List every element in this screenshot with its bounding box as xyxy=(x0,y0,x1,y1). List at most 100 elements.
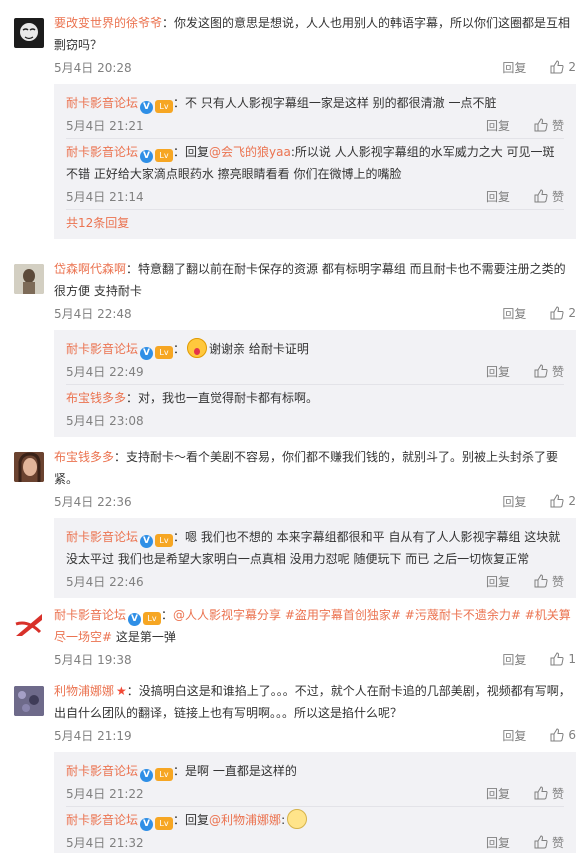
like-button[interactable]: 2 xyxy=(550,60,576,74)
comment-time: 5月4日 19:38 xyxy=(54,652,132,667)
thumbs-up-icon xyxy=(534,118,548,132)
reply-username[interactable]: 布宝钱多多 xyxy=(66,391,126,405)
comment-username[interactable]: 布宝钱多多 xyxy=(54,450,114,464)
comment-text: 利物浦娜娜 ★：没搞明白这是和谁掐上了。。。不过，就个人在耐卡追的几部美剧，视频都… xyxy=(54,684,571,720)
comment-body: 支持耐卡～看个美剧不容易，你们都不赚我们钱的，就别斗了。别被上头封杀了要紧。 xyxy=(54,450,559,486)
thumbs-up-icon xyxy=(534,574,548,588)
reply-username[interactable]: 耐卡影音论坛 xyxy=(66,145,138,159)
reply-username[interactable]: 耐卡影音论坛 xyxy=(66,96,138,110)
thumbs-up-icon xyxy=(550,60,564,74)
reply-label: 回复 xyxy=(485,786,510,801)
level-badge-icon: Lv xyxy=(155,768,174,781)
comment-item: 要改变世界的徐爷爷：你发这图的意思是想说，人人也用别人的韩语字幕，所以你们这圈都… xyxy=(0,12,588,239)
like-button[interactable]: 赞 xyxy=(534,785,564,802)
more-replies-link[interactable]: 共12条回复 xyxy=(66,209,564,235)
reply-username[interactable]: 耐卡影音论坛 xyxy=(66,342,138,356)
reply-button[interactable]: 回复 xyxy=(502,59,526,76)
reply-body: 嗯 我们也不想的 本来字幕组都很和平 自从有了人人影视字幕组 这块就没太平过 我… xyxy=(66,530,561,566)
reply-username[interactable]: 耐卡影音论坛 xyxy=(66,813,138,827)
avatar[interactable] xyxy=(14,452,44,482)
comment-time: 5月4日 21:19 xyxy=(54,728,132,743)
reply-label: 回复 xyxy=(502,60,527,75)
level-badge-icon: Lv xyxy=(155,149,174,162)
like-button[interactable]: 赞 xyxy=(534,834,564,851)
comment-item: 岱森啊代森啊：特意翻了翻以前在耐卡保存的资源 都有标明字幕组 而且耐卡也不需要注… xyxy=(0,258,588,437)
reply-item: 耐卡影音论坛 V Lv ：不 只有人人影视字幕组一家是这样 别的都很清澈 一点不脏 5… xyxy=(66,96,564,134)
thumbs-up-icon xyxy=(534,189,548,203)
reply-label: 回复 xyxy=(502,652,527,667)
reply-item: 耐卡影音论坛 V Lv ：是啊 一直都是这样的 5月4日 21:22 回复赞 xyxy=(66,764,564,802)
avatar[interactable] xyxy=(14,18,44,48)
like-button[interactable]: 2 xyxy=(550,306,576,320)
like-button[interactable]: 赞 xyxy=(534,573,564,590)
reply-button[interactable]: 回复 xyxy=(486,363,510,380)
reply-button[interactable]: 回复 xyxy=(486,573,510,590)
avatar[interactable] xyxy=(14,264,44,294)
mention-link[interactable]: @利物浦娜娜 xyxy=(209,813,281,827)
reply-label: 回复 xyxy=(485,118,510,133)
reply-label: 回复 xyxy=(485,574,510,589)
mention-link[interactable]: @会飞的狼yaa xyxy=(209,145,291,159)
level-badge-icon: Lv xyxy=(155,534,174,547)
reply-button[interactable]: 回复 xyxy=(486,117,510,134)
comment-time: 5月4日 22:48 xyxy=(54,306,132,321)
comment-text: 耐卡影音论坛 V Lv ：@人人影视字幕分享 #盗用字幕首创独家# #污蔑耐卡不遗余力… xyxy=(54,608,571,644)
comment-item: 布宝钱多多：支持耐卡～看个美剧不容易，你们都不赚我们钱的，就别斗了。别被上头封杀… xyxy=(0,446,588,598)
like-label: 赞 xyxy=(551,364,564,379)
reply-button[interactable]: 回复 xyxy=(486,188,510,205)
hashtag-link[interactable]: #盗用字幕首创独家# xyxy=(281,608,401,622)
reply-username[interactable]: 耐卡影音论坛 xyxy=(66,764,138,778)
thumbs-up-icon xyxy=(534,364,548,378)
reply-item: 耐卡影音论坛 V Lv ：回复@利物浦娜娜: 5月4日 21:32 回复赞 xyxy=(66,806,564,853)
level-badge-icon: Lv xyxy=(155,817,174,830)
reply-button[interactable]: 回复 xyxy=(486,785,510,802)
reply-button[interactable]: 回复 xyxy=(486,834,510,851)
reply-label: 回复 xyxy=(502,306,527,321)
avatar[interactable] xyxy=(14,686,44,716)
comment-text: 布宝钱多多：支持耐卡～看个美剧不容易，你们都不赚我们钱的，就别斗了。别被上头封杀… xyxy=(54,450,559,486)
reply-item: 耐卡影音论坛 V Lv ：回复@会飞的狼yaa:所以说 人人影视字幕组的水军威力之大 … xyxy=(66,138,564,209)
reply-button[interactable]: 回复 xyxy=(502,493,526,510)
like-count: 2 xyxy=(568,306,576,320)
like-button[interactable]: 赞 xyxy=(534,117,564,134)
reply-button[interactable]: 回复 xyxy=(502,727,526,744)
like-label: 赞 xyxy=(551,118,564,133)
reply-time: 5月4日 23:08 xyxy=(66,413,144,428)
comment-username[interactable]: 岱森啊代森啊 xyxy=(54,262,126,276)
comment-username[interactable]: 要改变世界的徐爷爷 xyxy=(54,16,162,30)
reply-button[interactable]: 回复 xyxy=(502,305,526,322)
avatar[interactable] xyxy=(14,610,44,640)
level-badge-icon: Lv xyxy=(155,346,174,359)
thumbs-up-icon xyxy=(550,306,564,320)
like-button[interactable]: 赞 xyxy=(534,363,564,380)
comment-item: 利物浦娜娜 ★：没搞明白这是和谁掐上了。。。不过，就个人在耐卡追的几部美剧，视频都… xyxy=(0,680,588,853)
comment-body: 特意翻了翻以前在耐卡保存的资源 都有标明字幕组 而且耐卡也不需要注册之类的很方便… xyxy=(54,262,566,298)
comment-time: 5月4日 22:36 xyxy=(54,494,132,509)
reply-list: 耐卡影音论坛 V Lv ：是啊 一直都是这样的 5月4日 21:22 回复赞 耐卡影音论… xyxy=(54,752,576,853)
comment-username[interactable]: 利物浦娜娜 xyxy=(54,684,114,698)
hashtag-link[interactable]: #污蔑耐卡不遗余力# xyxy=(401,608,521,622)
reply-username[interactable]: 耐卡影音论坛 xyxy=(66,530,138,544)
comment-text: 岱森啊代森啊：特意翻了翻以前在耐卡保存的资源 都有标明字幕组 而且耐卡也不需要注… xyxy=(54,262,566,298)
like-button[interactable]: 1 xyxy=(550,652,576,666)
mention-link[interactable]: @人人影视字幕分享 xyxy=(173,608,281,622)
reply-label: 回复 xyxy=(485,189,510,204)
level-badge-icon: Lv xyxy=(155,100,174,113)
reply-time: 5月4日 22:49 xyxy=(66,364,144,379)
comment-body: 这是第一弹 xyxy=(112,630,176,644)
like-button[interactable]: 赞 xyxy=(534,188,564,205)
reply-label: 回复 xyxy=(502,728,527,743)
reply-button[interactable]: 回复 xyxy=(502,651,526,668)
thumbs-up-icon xyxy=(550,494,564,508)
verified-badge-icon: V xyxy=(140,347,154,360)
like-label: 赞 xyxy=(551,835,564,850)
like-button[interactable]: 2 xyxy=(550,494,576,508)
reply-time: 5月4日 21:32 xyxy=(66,835,144,850)
like-label: 赞 xyxy=(551,189,564,204)
reply-time: 5月4日 22:46 xyxy=(66,574,144,589)
like-label: 赞 xyxy=(551,786,564,801)
reply-item: 布宝钱多多：对，我也一直觉得耐卡都有标啊。 5月4日 23:08 xyxy=(66,384,564,433)
like-button[interactable]: 6 xyxy=(550,728,576,742)
comment-username[interactable]: 耐卡影音论坛 xyxy=(54,608,126,622)
verified-badge-icon: V xyxy=(140,101,154,114)
